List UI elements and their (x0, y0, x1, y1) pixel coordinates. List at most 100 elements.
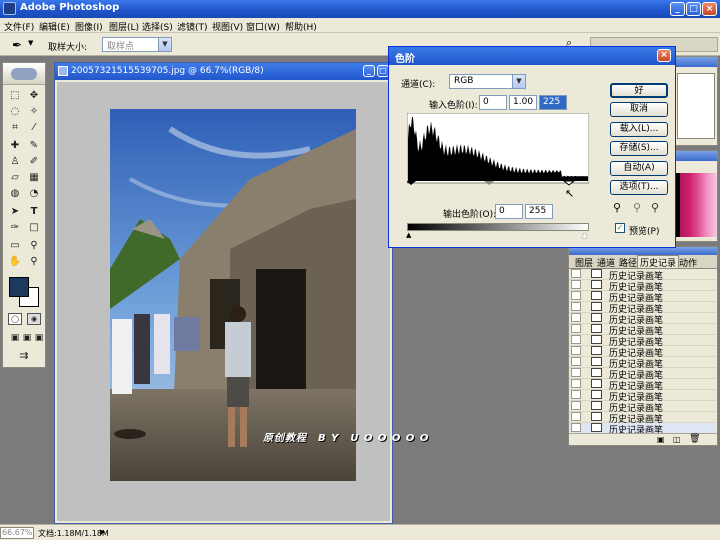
auto-button[interactable]: 自动(A) (610, 161, 668, 176)
history-source-checkbox[interactable] (571, 291, 581, 300)
tab-layers[interactable]: 图层 (575, 256, 593, 269)
lasso-tool-icon[interactable]: ◌ (6, 105, 24, 119)
white-eyedropper-icon[interactable]: ⚲ (651, 201, 659, 214)
navigator-panel-header[interactable] (673, 57, 717, 67)
gray-eyedropper-icon[interactable]: ⚲ (633, 201, 641, 214)
navigator-preview[interactable] (677, 73, 715, 139)
standard-mode-icon[interactable]: ◯ (8, 313, 22, 325)
history-source-checkbox[interactable] (571, 335, 581, 344)
cancel-button[interactable]: 取消 (610, 102, 668, 117)
eyedropper-tool-icon[interactable]: ⚲ (25, 239, 43, 253)
eraser-tool-icon[interactable]: ▱ (6, 171, 24, 185)
load-button[interactable]: 载入(L)... (610, 122, 668, 137)
levels-close-button[interactable]: × (657, 49, 671, 62)
history-source-checkbox[interactable] (571, 357, 581, 366)
tab-actions[interactable]: 动作 (679, 256, 697, 269)
history-panel-header[interactable] (569, 247, 717, 255)
history-item[interactable]: 历史记录画笔 (569, 379, 716, 392)
brush-tool-icon[interactable]: ✎ (25, 139, 43, 153)
save-button[interactable]: 存储(S)... (610, 141, 668, 156)
menu-image[interactable]: 图像(I) (75, 20, 103, 33)
blur-tool-icon[interactable]: ◍ (6, 187, 24, 201)
history-source-checkbox[interactable] (571, 412, 581, 421)
menu-edit[interactable]: 编辑(E) (39, 20, 70, 33)
magic-wand-tool-icon[interactable]: ✧ (25, 105, 43, 119)
history-source-checkbox[interactable] (571, 313, 581, 322)
healing-brush-tool-icon[interactable]: ✚ (6, 139, 24, 153)
input-white-field[interactable]: 225 (539, 95, 567, 110)
options-button[interactable]: 选项(T)... (610, 180, 668, 195)
path-selection-tool-icon[interactable]: ➤ (6, 205, 24, 219)
menu-filter[interactable]: 滤镜(T) (177, 20, 208, 33)
shape-tool-icon[interactable]: □ (25, 221, 43, 235)
marquee-tool-icon[interactable]: ⬚ (6, 89, 24, 103)
zoom-tool-icon[interactable]: ⚲ (25, 255, 43, 269)
output-black-slider[interactable]: ▲ (406, 231, 411, 239)
history-source-checkbox[interactable] (571, 324, 581, 333)
history-item[interactable]: 历史记录画笔 (569, 412, 716, 425)
slice-tool-icon[interactable]: ⁄ (25, 121, 43, 135)
eyedropper-tool-preset-icon[interactable]: ✒ (12, 38, 26, 52)
status-menu-arrow-icon[interactable]: ▶ (100, 528, 105, 536)
sample-size-dropdown[interactable]: 取样点 ▼ (102, 37, 172, 52)
output-white-field[interactable]: 255 (525, 204, 553, 219)
history-item[interactable]: 历史记录画笔 (569, 280, 716, 293)
history-brush-tool-icon[interactable]: ✐ (25, 155, 43, 169)
preset-arrow-icon[interactable]: ▼ (28, 39, 33, 47)
swatches-grid[interactable] (675, 173, 717, 237)
history-source-checkbox[interactable] (571, 269, 581, 278)
history-source-checkbox[interactable] (571, 401, 581, 410)
history-source-checkbox[interactable] (571, 423, 581, 432)
history-item[interactable]: 历史记录画笔 (569, 335, 716, 348)
history-source-checkbox[interactable] (571, 346, 581, 355)
screen-mode-full-icon[interactable]: ▣ (30, 331, 48, 345)
history-source-checkbox[interactable] (571, 390, 581, 399)
history-source-checkbox[interactable] (571, 302, 581, 311)
move-tool-icon[interactable]: ✥ (25, 89, 43, 103)
menu-select[interactable]: 选择(S) (142, 20, 173, 33)
tab-history[interactable]: 历史记录 (637, 255, 680, 269)
quick-mask-mode-icon[interactable]: ◉ (27, 313, 41, 325)
photo-canvas[interactable] (110, 109, 356, 481)
trash-icon[interactable]: 🗑 (689, 434, 700, 444)
history-item[interactable]: 历史记录画笔 (569, 313, 716, 326)
pen-tool-icon[interactable]: ✑ (6, 221, 24, 235)
menu-view[interactable]: 视图(V) (212, 20, 243, 33)
minimize-button[interactable]: _ (670, 2, 685, 16)
history-source-checkbox[interactable] (571, 280, 581, 289)
maximize-button[interactable]: □ (686, 2, 701, 16)
close-button[interactable]: × (702, 2, 717, 16)
input-black-field[interactable]: 0 (479, 95, 507, 110)
history-source-checkbox[interactable] (571, 379, 581, 388)
output-white-slider[interactable]: ▲ (582, 231, 587, 239)
document-minimize-button[interactable]: _ (363, 65, 375, 77)
clone-stamp-tool-icon[interactable]: ♙ (6, 155, 24, 169)
history-item[interactable]: 历史记录画笔 (569, 401, 716, 414)
hand-tool-icon[interactable]: ✋ (6, 255, 24, 269)
history-item[interactable]: 历史记录画笔 (569, 357, 716, 370)
black-eyedropper-icon[interactable]: ⚲ (613, 201, 621, 214)
gradient-tool-icon[interactable]: ▦ (25, 171, 43, 185)
menu-help[interactable]: 帮助(H) (285, 20, 317, 33)
photoshop-eye-logo-icon[interactable] (11, 68, 37, 80)
menu-file[interactable]: 文件(F) (4, 20, 34, 33)
history-item[interactable]: 历史记录画笔 (569, 302, 716, 315)
history-item[interactable]: 历史记录画笔 (569, 269, 716, 282)
history-item[interactable]: 历史记录画笔 (569, 324, 716, 337)
dodge-tool-icon[interactable]: ◔ (25, 187, 43, 201)
new-document-from-state-icon[interactable]: ▣ (657, 435, 665, 444)
history-source-checkbox[interactable] (571, 368, 581, 377)
history-item[interactable]: 历史记录画笔 (569, 346, 716, 359)
notes-tool-icon[interactable]: ▭ (6, 239, 24, 253)
tab-paths[interactable]: 路径 (619, 256, 637, 269)
jump-to-imageready-icon[interactable]: ⇉ (15, 349, 33, 363)
channel-dropdown[interactable]: RGB ▼ (449, 74, 526, 89)
new-snapshot-icon[interactable]: ◫ (673, 435, 681, 444)
tab-channels[interactable]: 通道 (597, 256, 615, 269)
menu-layer[interactable]: 图层(L) (109, 20, 139, 33)
crop-tool-icon[interactable]: ⌗ (6, 121, 24, 135)
output-black-field[interactable]: 0 (495, 204, 523, 219)
type-tool-icon[interactable]: T (25, 205, 43, 219)
input-gamma-field[interactable]: 1.00 (509, 95, 537, 110)
history-item[interactable]: 历史记录画笔 (569, 368, 716, 381)
